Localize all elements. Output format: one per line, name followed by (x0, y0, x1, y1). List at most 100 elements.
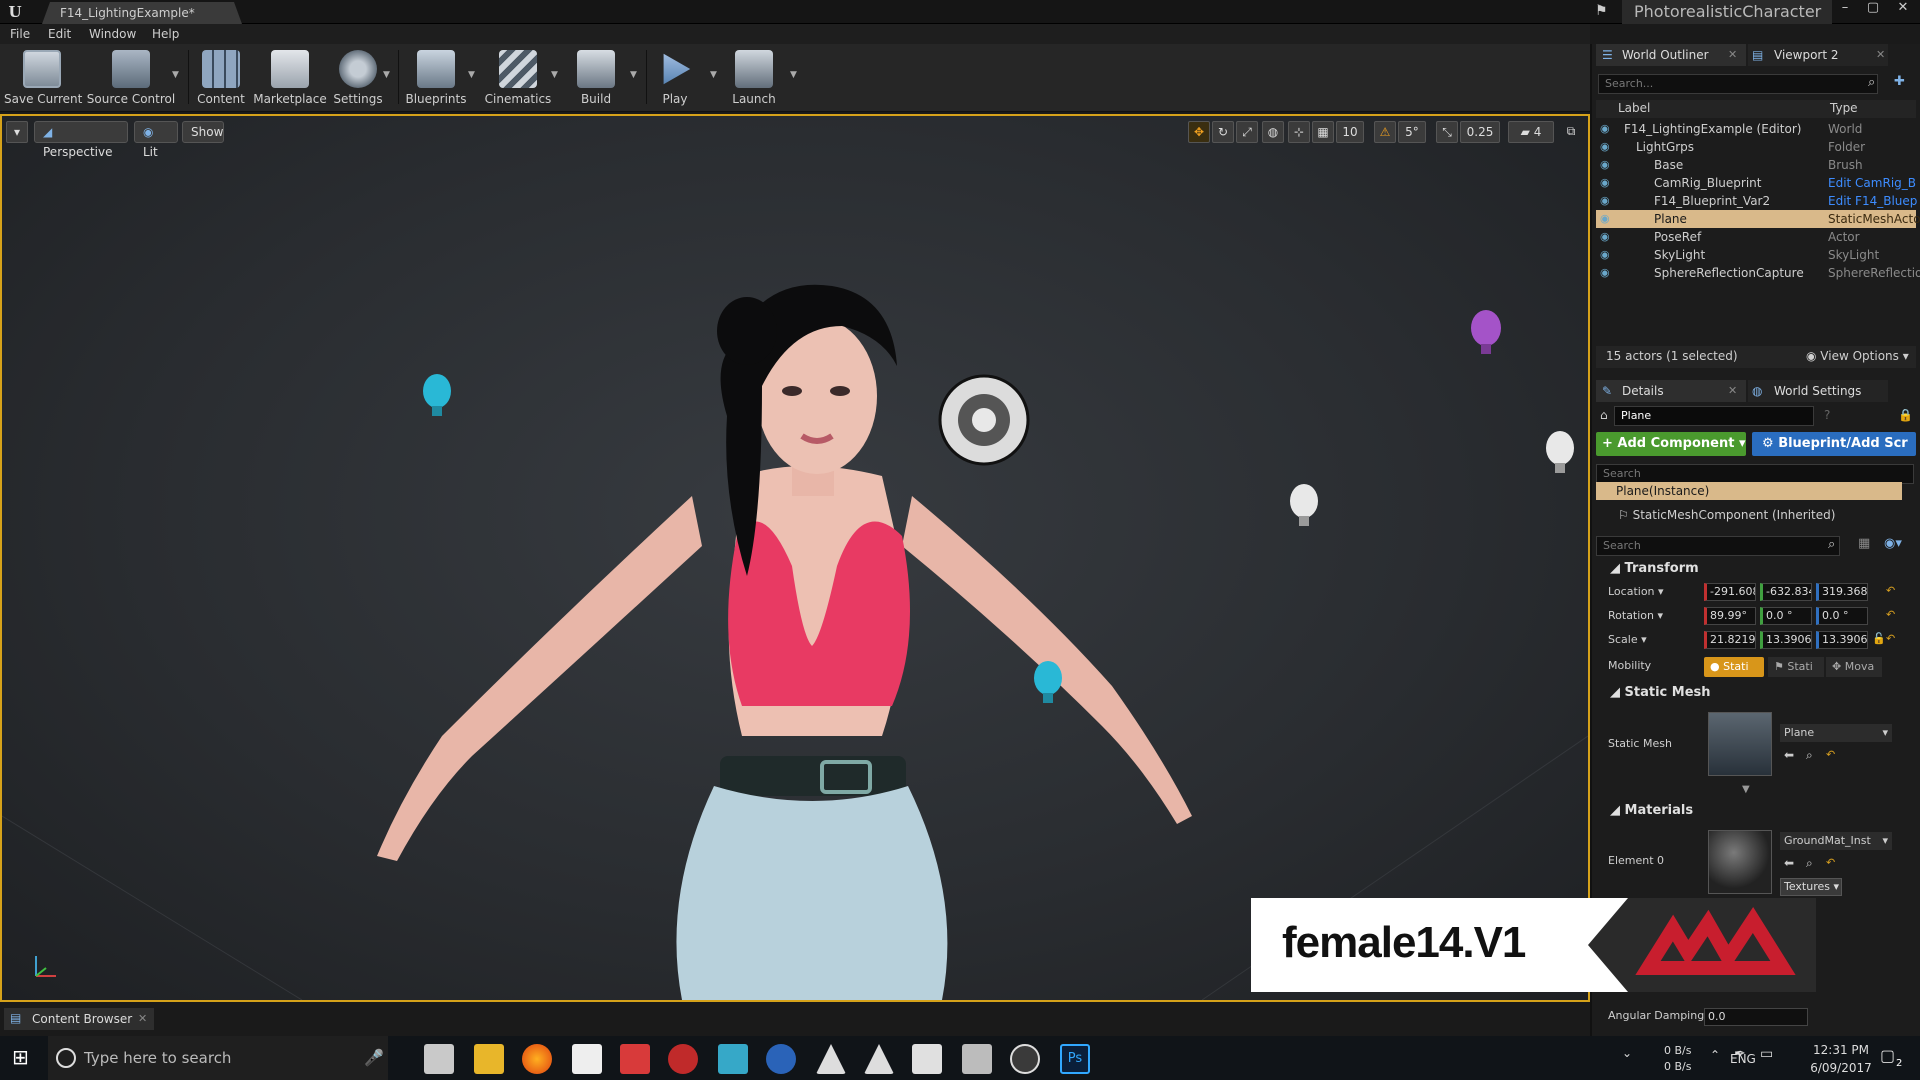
viewport-options-icon[interactable]: ▾ (6, 121, 28, 143)
reflection-capture-icon[interactable] (938, 374, 1030, 466)
unreal-editor-taskbar-icon[interactable] (1010, 1044, 1040, 1074)
taskbar-app-icon[interactable] (912, 1044, 942, 1074)
document-tab[interactable]: F14_LightingExample* (42, 2, 242, 24)
minimize-button[interactable]: – (1832, 0, 1858, 18)
mobility-stationary-button[interactable]: ⚑ Stati (1768, 657, 1824, 677)
grid-snap-value[interactable]: 10 (1336, 121, 1364, 143)
cinematics-button[interactable]: Cinematics (482, 48, 554, 108)
outliner-row[interactable]: ◉ LightGrps Folder (1596, 138, 1916, 156)
scale-lock-icon[interactable]: 🔓 (1872, 632, 1886, 645)
rotation-snap-value[interactable]: 5° (1398, 121, 1426, 143)
view-options-button[interactable]: ◉ View Options ▾ (1806, 349, 1909, 363)
visibility-eye-icon[interactable]: ◉ (1600, 264, 1614, 282)
clock-time[interactable]: 12:31 PM (1806, 1043, 1876, 1057)
launch-dropdown-icon[interactable]: ▼ (790, 70, 800, 80)
scale-snap-value[interactable]: 0.25 (1460, 121, 1500, 143)
maximize-button[interactable]: ▢ (1860, 0, 1886, 18)
outliner-row[interactable]: ◉ F14_LightingExample (Editor) World (1596, 120, 1916, 138)
taskbar-search-input[interactable]: Type here to search (48, 1036, 388, 1080)
point-light-purple-icon[interactable] (1471, 310, 1501, 354)
tray-arrow-icon[interactable]: ⌃ (1710, 1048, 1720, 1062)
rotation-snap-icon[interactable]: ⚠ (1374, 121, 1396, 143)
build-button[interactable]: Build (568, 48, 624, 108)
play-button[interactable]: Play (652, 48, 698, 108)
pin-icon[interactable]: ✚ (1894, 74, 1905, 89)
firefox-icon[interactable] (522, 1044, 552, 1074)
world-local-icon[interactable]: ◍ (1262, 121, 1284, 143)
point-light-cyan-left-icon[interactable] (423, 374, 451, 416)
component-instance-row[interactable]: Plane(Instance) (1596, 482, 1902, 500)
taskbar-app-icon[interactable] (572, 1044, 602, 1074)
cinematics-dropdown-icon[interactable]: ▼ (551, 70, 561, 80)
photoshop-icon[interactable]: Ps (1060, 1044, 1090, 1074)
static-mesh-section-header[interactable]: ◢ Static Mesh (1596, 682, 1908, 704)
scale-snap-icon[interactable]: ⤡ (1436, 121, 1458, 143)
outliner-search-input[interactable]: Search... (1598, 74, 1878, 94)
visibility-eye-icon[interactable]: ◉ (1600, 174, 1614, 192)
visibility-eye-icon[interactable]: ◉ (1600, 138, 1614, 156)
taskbar-app-icon[interactable] (718, 1044, 748, 1074)
build-dropdown-icon[interactable]: ▼ (630, 70, 640, 80)
close-content-browser-icon[interactable]: ✕ (138, 1012, 147, 1025)
components-search-input[interactable]: Search (1596, 464, 1914, 484)
taskbar-app-icon[interactable] (620, 1044, 650, 1074)
content-button[interactable]: Content (194, 48, 248, 108)
source-control-dropdown-icon[interactable]: ▼ (172, 70, 182, 80)
reset-material-icon[interactable]: ↶ (1826, 856, 1835, 869)
use-selected-arrow-icon[interactable]: ⬅ (1784, 748, 1794, 762)
angular-damping-field[interactable]: 0.0 (1704, 1008, 1808, 1026)
close-viewport2-tab-icon[interactable]: ✕ (1876, 48, 1885, 61)
material-picker[interactable]: GroundMat_Inst ▾ (1780, 832, 1892, 850)
location-y-field[interactable]: -632.834 (1760, 583, 1812, 601)
blueprints-dropdown-icon[interactable]: ▼ (468, 70, 478, 80)
location-x-field[interactable]: -291.608 (1704, 583, 1756, 601)
tab-world-settings[interactable]: World Settings (1748, 380, 1888, 402)
use-selected-arrow-icon[interactable]: ⬅ (1784, 856, 1794, 870)
point-light-cyan-center-icon[interactable] (1034, 661, 1062, 703)
reset-mesh-icon[interactable]: ↶ (1826, 748, 1835, 761)
taskbar-app-icon[interactable] (668, 1044, 698, 1074)
scale-tool-icon[interactable]: ⤢ (1236, 121, 1258, 143)
material-thumbnail[interactable] (1708, 830, 1772, 894)
mobility-movable-button[interactable]: ✥ Mova (1826, 657, 1882, 677)
play-dropdown-icon[interactable]: ▼ (710, 70, 720, 80)
taskbar-app-icon[interactable] (962, 1044, 992, 1074)
reset-scale-icon[interactable]: ↶ (1886, 632, 1895, 645)
settings-button[interactable]: Settings (330, 48, 386, 108)
tab-world-outliner[interactable]: World Outliner (1596, 44, 1746, 66)
close-outliner-tab-icon[interactable]: ✕ (1728, 48, 1737, 61)
point-light-white-right-icon[interactable] (1546, 431, 1574, 473)
property-matrix-icon[interactable]: ▦ (1858, 536, 1870, 551)
source-control-button[interactable]: Source Control (86, 48, 176, 108)
windows-start-icon[interactable]: ⊞ (12, 1046, 34, 1068)
tab-content-browser[interactable]: Content Browser (4, 1008, 154, 1030)
rotation-x-field[interactable]: 89.99° (1704, 607, 1756, 625)
file-explorer-icon[interactable] (474, 1044, 504, 1074)
camera-speed-button[interactable]: ▰ 4 (1508, 121, 1554, 143)
add-component-button[interactable]: + Add Component ▾ (1596, 432, 1746, 456)
settings-dropdown-icon[interactable]: ▼ (383, 70, 393, 80)
scale-label[interactable]: Scale ▾ (1608, 630, 1647, 650)
close-details-tab-icon[interactable]: ✕ (1728, 384, 1737, 397)
surface-snap-icon[interactable]: ⊹ (1288, 121, 1310, 143)
clock-date[interactable]: 6/09/2017 (1806, 1061, 1876, 1075)
visibility-eye-icon[interactable]: ◉ (1600, 246, 1614, 264)
menu-help[interactable]: Help (152, 25, 179, 43)
grid-snap-icon[interactable]: ▦ (1312, 121, 1334, 143)
rotate-tool-icon[interactable]: ↻ (1212, 121, 1234, 143)
rotation-z-field[interactable]: 0.0 ° (1816, 607, 1868, 625)
visibility-eye-icon[interactable]: ◉ (1600, 210, 1614, 228)
outliner-row[interactable]: ◉ Base Brush (1596, 156, 1916, 174)
transform-section-header[interactable]: ◢ Transform (1596, 558, 1908, 580)
reset-rotation-icon[interactable]: ↶ (1886, 608, 1895, 621)
outliner-row[interactable]: ◉ CamRig_Blueprint Edit CamRig_B (1596, 174, 1916, 192)
location-z-field[interactable]: 319.3684 (1816, 583, 1868, 601)
menu-edit[interactable]: Edit (48, 25, 71, 43)
visibility-eye-icon[interactable]: ◉ (1600, 192, 1614, 210)
column-label[interactable]: Label (1618, 101, 1650, 115)
tab-details[interactable]: Details (1596, 380, 1746, 402)
scale-x-field[interactable]: 21.82197 (1704, 631, 1756, 649)
microphone-icon[interactable]: 🎤 (364, 1048, 384, 1067)
scale-z-field[interactable]: 13.39061 (1816, 631, 1868, 649)
outliner-row[interactable]: ◉ PoseRef Actor (1596, 228, 1916, 246)
